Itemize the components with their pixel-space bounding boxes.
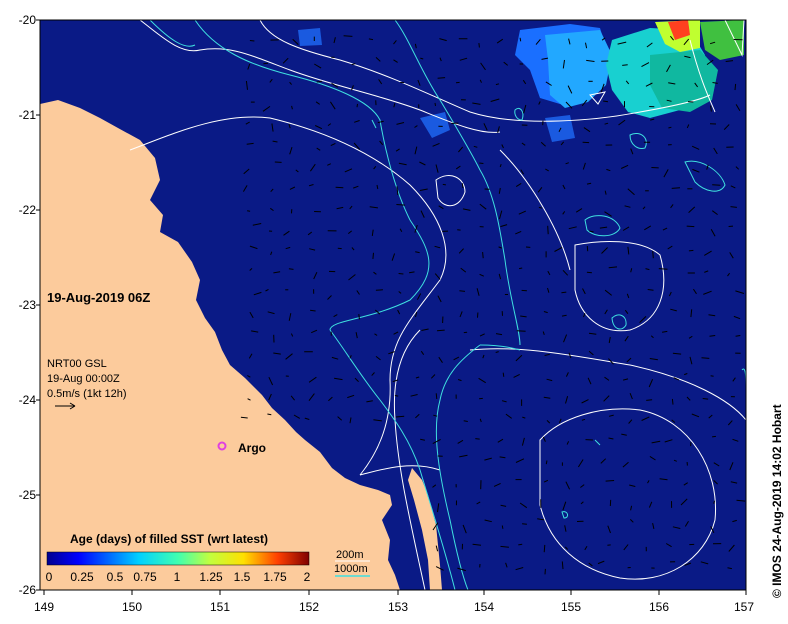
- current-vector: [543, 544, 546, 553]
- model-info: NRT00 GSL 19-Aug 00:00Z 0.5m/s (1kt 12h): [47, 357, 126, 402]
- lat-label: -24: [18, 393, 36, 407]
- lon-label: 155: [560, 600, 582, 614]
- current-vector: [516, 330, 526, 332]
- colorbar-tick: 0.25: [70, 570, 94, 584]
- current-vector: [671, 398, 674, 405]
- current-vector: [603, 100, 609, 103]
- lat-label: -22: [18, 203, 36, 217]
- current-vector: [247, 210, 251, 212]
- colorbar-title: Age (days) of filled SST (wrt latest): [70, 532, 269, 546]
- current-vector: [249, 40, 255, 42]
- current-vector: [652, 250, 654, 259]
- colorbar-ticks: 0 0.25 0.5 0.75 1 1.25 1.5 1.75 2: [45, 570, 315, 586]
- colorbar-tick: 0.75: [133, 570, 157, 584]
- current-vector: [343, 35, 353, 37]
- current-vector: [713, 500, 715, 504]
- current-vector: [442, 183, 446, 186]
- current-vector: [288, 268, 294, 270]
- current-vector: [519, 37, 522, 42]
- lat-label: -26: [18, 583, 36, 597]
- lon-label: 152: [298, 600, 320, 614]
- model-name: NRT00 GSL: [47, 358, 107, 370]
- current-vector: [463, 420, 468, 422]
- colorbar-tick: 1: [173, 570, 181, 584]
- lon-label: 157: [733, 600, 755, 614]
- lon-label: 156: [648, 600, 670, 614]
- current-vector: [501, 525, 504, 529]
- current-vector: [561, 561, 564, 570]
- current-vector: [701, 357, 710, 359]
- current-vector: [434, 102, 436, 106]
- current-vector: [479, 162, 484, 164]
- current-vector: [658, 268, 668, 270]
- current-vector: [702, 398, 709, 400]
- current-vector: [518, 543, 523, 546]
- current-vector: [375, 289, 383, 291]
- current-vector: [519, 267, 523, 270]
- current-vector: [586, 271, 592, 274]
- contour-legend-1000m: 1000m: [334, 563, 368, 575]
- current-vector: [240, 416, 248, 419]
- colorbar-tick: 1.25: [199, 570, 223, 584]
- current-vector: [396, 204, 405, 206]
- current-vector: [482, 252, 484, 259]
- lon-label: 153: [387, 600, 409, 614]
- current-vector: [459, 290, 466, 292]
- current-vector: [688, 249, 694, 252]
- current-vector: [561, 291, 567, 294]
- current-vector: [712, 184, 721, 186]
- argo-label: Argo: [238, 441, 266, 455]
- current-vector: [647, 289, 654, 291]
- colorbar-tick: 1.5: [233, 570, 251, 584]
- current-scale-label: 0.5m/s (1kt 12h): [47, 388, 127, 400]
- lon-label: 154: [473, 600, 495, 614]
- imos-credit: © IMOS 24-Aug-2019 14:02 Hobart: [770, 404, 784, 598]
- current-vector: [478, 43, 480, 48]
- colorbar-tick: 0: [45, 570, 53, 584]
- current-vector: [436, 329, 445, 332]
- contour-legend-200m: 200m: [336, 549, 364, 561]
- current-vector: [686, 225, 695, 228]
- sst-map: [36, 19, 747, 595]
- colorbar-tick: 0.5: [106, 570, 124, 584]
- date-label: 19-Aug-2019 06Z: [47, 290, 151, 305]
- current-vector: [368, 38, 374, 41]
- sst-patch-small-3: [298, 28, 322, 46]
- model-time: 19-Aug 00:00Z: [47, 373, 120, 385]
- current-vector: [622, 64, 628, 66]
- lon-label: 150: [121, 600, 143, 614]
- lat-label: -23: [18, 298, 36, 312]
- current-vector: [545, 460, 548, 465]
- lon-label: 151: [209, 600, 231, 614]
- current-vector: [372, 252, 374, 259]
- lat-label: -25: [18, 488, 36, 502]
- current-vector: [461, 183, 464, 188]
- current-vector: [502, 372, 505, 377]
- current-vector: [605, 480, 615, 482]
- current-vector: [358, 314, 360, 320]
- current-vector: [437, 77, 446, 79]
- current-vector: [646, 399, 653, 401]
- current-vector: [394, 395, 399, 397]
- current-vector: [547, 225, 549, 235]
- colorbar-tick: 1.75: [263, 570, 287, 584]
- lon-label: 149: [33, 600, 55, 614]
- colorbar-tick: 2: [303, 570, 311, 584]
- current-vector: [435, 393, 438, 400]
- current-vector: [267, 413, 272, 416]
- current-vector: [712, 435, 716, 438]
- lat-label: -20: [18, 13, 36, 27]
- current-vector: [356, 103, 358, 108]
- current-vector: [310, 309, 316, 312]
- current-vector: [671, 187, 681, 189]
- current-vector: [734, 83, 737, 91]
- current-vector: [398, 273, 404, 275]
- current-vector: [475, 438, 480, 440]
- lat-label: -21: [18, 108, 36, 122]
- current-vector: [522, 523, 527, 525]
- colorbar: [46, 551, 310, 566]
- current-vector: [710, 375, 714, 377]
- current-vector: [735, 335, 741, 337]
